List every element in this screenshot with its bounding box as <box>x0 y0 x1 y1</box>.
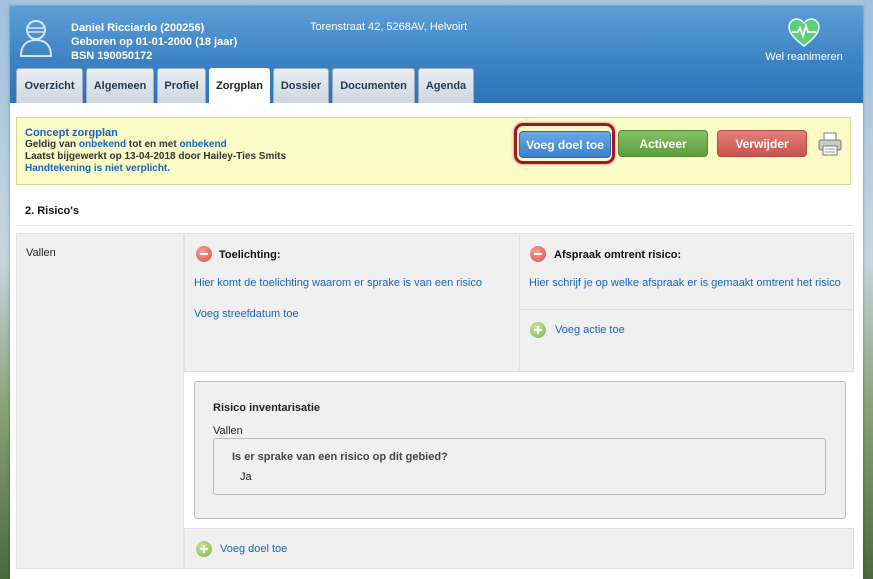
add-goal-link[interactable]: Voeg doel toe <box>220 543 287 555</box>
agreement-text[interactable]: Hier schrijf je op welke afspraak er is … <box>529 277 841 289</box>
tab-zorgplan[interactable]: Zorgplan <box>209 68 270 103</box>
validity-mid: tot en met <box>128 139 177 150</box>
signature-link[interactable]: Handtekening is niet verplicht. <box>25 163 286 175</box>
agreement-separator <box>520 309 853 310</box>
risk-question-box: Is er sprake van een risico op dit gebie… <box>213 438 826 495</box>
patient-birth: Geboren op 01-01-2000 (18 jaar) <box>71 36 238 48</box>
tab-algemeen[interactable]: Algemeen <box>86 68 154 103</box>
patient-name: Daniel Ricciardo (200256) <box>71 22 205 34</box>
validity-from-link[interactable]: onbekend <box>79 139 126 150</box>
app-window: Daniel Ricciardo (200256) Geboren op 01-… <box>10 6 863 579</box>
remove-explanation-icon[interactable] <box>196 246 212 262</box>
add-goal-icon[interactable] <box>196 541 212 557</box>
patient-header: Daniel Ricciardo (200256) Geboren op 01-… <box>10 6 863 103</box>
concept-zorgplan-panel: Concept zorgplan Geldig van onbekend tot… <box>16 117 851 185</box>
tab-profiel[interactable]: Profiel <box>157 68 206 103</box>
section-title: 2. Risico's <box>25 205 79 217</box>
risk-inventory-title: Risico inventarisatie <box>213 402 320 414</box>
last-updated: Laatst bijgewerkt op 13-04-2018 door Hai… <box>25 151 287 162</box>
patient-bsn: BSN 190050172 <box>71 50 153 62</box>
risk-inventory-subtitle: Vallen <box>213 425 243 437</box>
tab-dossier[interactable]: Dossier <box>273 68 329 103</box>
tab-documenten[interactable]: Documenten <box>332 68 415 103</box>
add-action-link[interactable]: Voeg actie toe <box>555 324 625 336</box>
background-strip-right <box>863 0 873 579</box>
agreement-panel: Afspraak omtrent risico: Hier schrijf je… <box>519 233 854 372</box>
concept-info: Concept zorgplan Geldig van onbekend tot… <box>25 127 286 175</box>
section-divider <box>16 225 853 226</box>
explanation-text[interactable]: Hier komt de toelichting waarom er sprak… <box>194 277 482 289</box>
risk-question: Is er sprake van een risico op dit gebie… <box>232 451 448 463</box>
remove-agreement-icon[interactable] <box>530 246 546 262</box>
risk-inventory-box: Risico inventarisatie Vallen Is er sprak… <box>194 381 846 519</box>
validity-prefix: Geldig van <box>25 139 77 150</box>
add-goal-bar: Voeg doel toe <box>184 528 854 569</box>
add-action-icon[interactable] <box>530 322 546 338</box>
add-goal-button[interactable]: Voeg doel toe <box>519 131 611 158</box>
risk-inventory-section: Risico inventarisatie Vallen Is er sprak… <box>184 372 854 528</box>
reanimation-status[interactable]: Wel reanimeren <box>763 18 845 63</box>
heart-pulse-icon <box>788 18 820 48</box>
background-strip-left <box>0 0 10 579</box>
user-avatar-icon <box>18 17 54 57</box>
risk-category-column: Vallen <box>16 233 184 569</box>
validity-to-link[interactable]: onbekend <box>179 139 226 150</box>
printer-icon[interactable] <box>818 132 842 156</box>
tab-overzicht[interactable]: Overzicht <box>16 68 83 103</box>
patient-address: Torenstraat 42, 5268AV, Helvoirt <box>310 21 468 33</box>
concept-title: Concept zorgplan <box>25 127 118 139</box>
risk-answer: Ja <box>240 471 252 483</box>
explanation-title: Toelichting: <box>219 249 281 261</box>
explanation-panel: Toelichting: Hier komt de toelichting wa… <box>184 233 520 372</box>
risk-category-label: Vallen <box>26 247 56 259</box>
main-tabs: Overzicht Algemeen Profiel Zorgplan Doss… <box>16 68 477 103</box>
delete-button[interactable]: Verwijder <box>717 130 807 157</box>
add-target-date-link[interactable]: Voeg streefdatum toe <box>194 308 299 320</box>
patient-info: Daniel Ricciardo (200256) Geboren op 01-… <box>71 21 237 63</box>
reanimation-label: Wel reanimeren <box>765 51 843 63</box>
activate-button[interactable]: Activeer <box>618 130 708 157</box>
agreement-title: Afspraak omtrent risico: <box>554 249 682 261</box>
concept-validity: Geldig van onbekend tot en met onbekend <box>25 139 286 151</box>
tab-agenda[interactable]: Agenda <box>418 68 474 103</box>
